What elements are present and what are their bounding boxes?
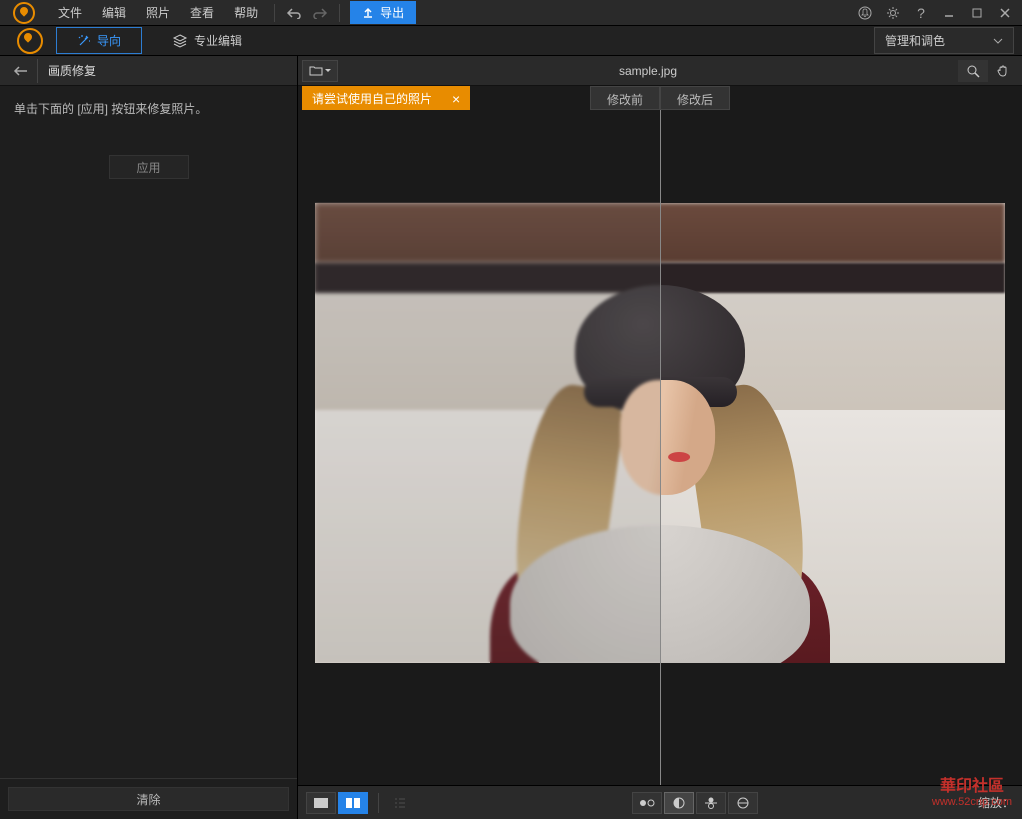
compare-tabs: 请尝试使用自己的照片 × 修改前 修改后 xyxy=(298,86,1022,110)
tab-wizard-label: 导向 xyxy=(97,32,121,49)
compare-overlay-button[interactable] xyxy=(728,792,758,814)
menu-edit[interactable]: 编辑 xyxy=(92,0,136,25)
compare-vertical-button[interactable] xyxy=(696,792,726,814)
tab-before[interactable]: 修改前 xyxy=(590,86,660,110)
view-split-button[interactable] xyxy=(338,792,368,814)
main-area: 画质修复 单击下面的 [应用] 按钮来修复照片。 应用 清除 sample.jp… xyxy=(0,56,1022,819)
apply-button[interactable]: 应用 xyxy=(109,155,189,179)
zoom-label: 缩放： xyxy=(978,794,1014,811)
overlay-icon xyxy=(735,796,751,810)
dot-compare-icon xyxy=(638,796,656,810)
hand-icon xyxy=(996,64,1010,78)
tab-wizard[interactable]: 导向 xyxy=(56,27,142,54)
tab-pro-edit[interactable]: 专业编辑 xyxy=(172,32,242,49)
gear-icon xyxy=(886,6,900,20)
close-icon xyxy=(999,7,1011,19)
compare-divider[interactable] xyxy=(660,110,661,785)
clear-button[interactable]: 清除 xyxy=(8,787,289,811)
viewer-header: sample.jpg xyxy=(298,56,1022,86)
menu-help[interactable]: 帮助 xyxy=(224,0,268,25)
list-icon xyxy=(393,797,407,809)
folder-icon xyxy=(309,65,323,77)
view-single-button[interactable] xyxy=(306,792,336,814)
compare-split-button[interactable] xyxy=(664,792,694,814)
half-circle-icon xyxy=(671,796,687,810)
compare-dot-button[interactable] xyxy=(632,792,662,814)
vertical-split-icon xyxy=(703,796,719,810)
sidebar-header: 画质修复 xyxy=(0,56,297,86)
zoom-tool-button[interactable] xyxy=(958,60,988,82)
zoom-controls: 缩放： xyxy=(978,794,1014,811)
folder-button[interactable] xyxy=(302,60,338,82)
tab-pro-label: 专业编辑 xyxy=(194,32,242,49)
close-button[interactable] xyxy=(992,2,1018,24)
tip-close-button[interactable]: × xyxy=(452,91,460,107)
sidebar-hint: 单击下面的 [应用] 按钮来修复照片。 xyxy=(14,100,283,119)
app-logo-large[interactable] xyxy=(8,26,52,56)
sidebar-body: 单击下面的 [应用] 按钮来修复照片。 应用 xyxy=(0,86,297,778)
split-view-icon xyxy=(345,797,361,809)
canvas-area[interactable] xyxy=(298,110,1022,785)
viewer: sample.jpg 请尝试使用自己的照片 × 修改前 修改后 xyxy=(298,56,1022,819)
notifications-button[interactable] xyxy=(852,2,878,24)
tip-text: 请尝试使用自己的照片 xyxy=(312,90,432,107)
separator xyxy=(378,793,379,813)
tip-banner: 请尝试使用自己的照片 × xyxy=(302,86,470,111)
help-button[interactable]: ? xyxy=(908,2,934,24)
filename-label: sample.jpg xyxy=(338,64,958,78)
upload-icon xyxy=(362,7,374,19)
sidebar: 画质修复 单击下面的 [应用] 按钮来修复照片。 应用 清除 xyxy=(0,56,298,819)
redo-button[interactable] xyxy=(307,2,333,24)
list-button[interactable] xyxy=(387,792,413,814)
menubar: 文件 编辑 照片 查看 帮助 导出 ? xyxy=(0,0,1022,26)
magnifier-icon xyxy=(966,64,980,78)
mode-label: 管理和调色 xyxy=(885,32,945,49)
minimize-button[interactable] xyxy=(936,2,962,24)
arrow-left-icon xyxy=(13,65,29,77)
mode-selector[interactable]: 管理和调色 xyxy=(874,27,1014,54)
wand-icon xyxy=(77,34,91,48)
maximize-icon xyxy=(971,7,983,19)
menu-view[interactable]: 查看 xyxy=(180,0,224,25)
export-label: 导出 xyxy=(380,4,404,21)
question-icon: ? xyxy=(917,5,925,21)
minimize-icon xyxy=(943,7,955,19)
dropdown-icon xyxy=(325,69,331,73)
sidebar-title: 画质修复 xyxy=(38,62,106,79)
single-view-icon xyxy=(313,797,329,809)
sidebar-footer: 清除 xyxy=(0,778,297,819)
separator xyxy=(274,4,275,22)
chevron-down-icon xyxy=(993,38,1003,44)
back-button[interactable] xyxy=(4,59,38,83)
layers-icon xyxy=(172,34,188,48)
viewer-footer: 缩放： xyxy=(298,785,1022,819)
menu-photo[interactable]: 照片 xyxy=(136,0,180,25)
separator xyxy=(339,4,340,22)
pan-tool-button[interactable] xyxy=(988,60,1018,82)
maximize-button[interactable] xyxy=(964,2,990,24)
menu-file[interactable]: 文件 xyxy=(48,0,92,25)
settings-button[interactable] xyxy=(880,2,906,24)
export-button[interactable]: 导出 xyxy=(350,1,416,24)
undo-button[interactable] xyxy=(281,2,307,24)
bell-icon xyxy=(858,6,872,20)
app-logo[interactable] xyxy=(4,1,44,25)
tab-after[interactable]: 修改后 xyxy=(660,86,730,110)
tool-tabs-row: 导向 专业编辑 管理和调色 xyxy=(0,26,1022,56)
